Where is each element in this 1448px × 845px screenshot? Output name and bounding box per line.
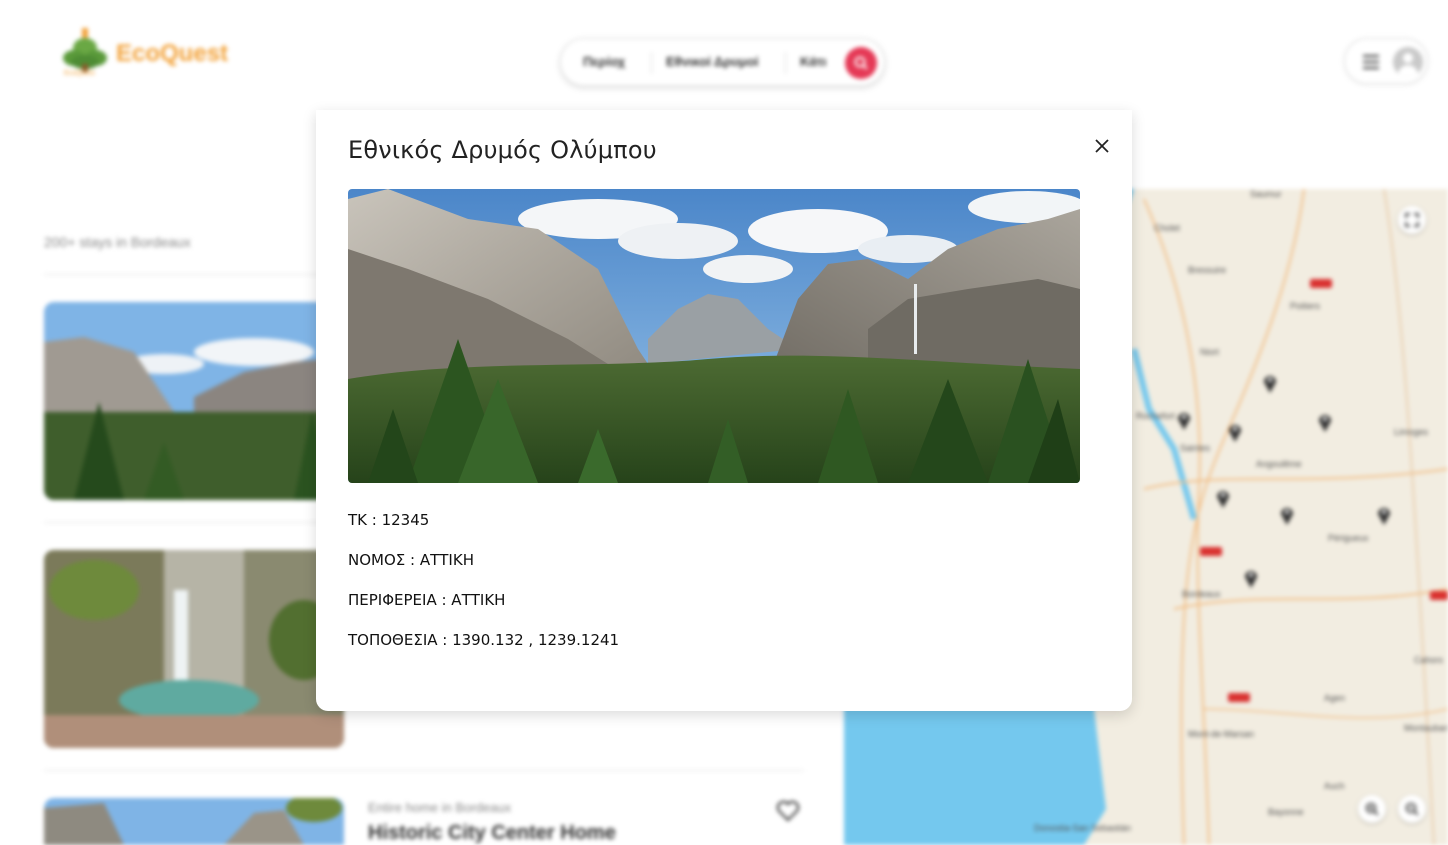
- hamburger-icon: [1363, 55, 1379, 69]
- map-label: Angoulême: [1256, 459, 1302, 469]
- nav-other[interactable]: Κάτι: [800, 54, 827, 69]
- map-pin-icon[interactable]: [1280, 505, 1294, 525]
- valley-mountains-photo: [44, 302, 344, 500]
- map-label: Mont-de-Marsan: [1188, 729, 1255, 739]
- map-pin-icon[interactable]: [1377, 505, 1391, 525]
- site-header: EcoQuest EcoQuest Περίοχ Εθνικοί Δρυμοί …: [0, 0, 1448, 110]
- map-label: Bressuire: [1188, 265, 1227, 275]
- listing-image[interactable]: [44, 302, 344, 500]
- map-label: Bordeaux: [1182, 589, 1221, 599]
- user-avatar-icon: [1393, 47, 1423, 77]
- map-label: Auch: [1324, 781, 1345, 791]
- zoom-out-icon: [1405, 802, 1419, 816]
- listing-meta: Entire home in Bordeaux: [368, 800, 512, 815]
- park-photo: [348, 189, 1080, 483]
- map-pin-icon[interactable]: [1228, 422, 1242, 442]
- zoom-in-icon: [1365, 802, 1379, 816]
- detail-postal-code: ΤΚ : 12345: [348, 511, 430, 529]
- heart-icon[interactable]: [776, 800, 800, 822]
- map-pin-icon[interactable]: [1244, 568, 1258, 588]
- map-label: Saumur: [1250, 189, 1282, 199]
- map-label: Agen: [1324, 693, 1346, 703]
- map-pin-icon[interactable]: [1177, 410, 1191, 430]
- map-pin-icon[interactable]: [1318, 412, 1332, 432]
- map-label: Niort: [1200, 347, 1220, 357]
- detail-location: ΤΟΠΟΘΕΣΙΑ : 1390.132 , 1239.1241: [348, 631, 620, 649]
- nav-area[interactable]: Περίοχ: [583, 54, 625, 69]
- logo-subtext: EcoQuest: [64, 70, 95, 77]
- map-label: Cholet: [1154, 223, 1181, 233]
- zoom-out-button[interactable]: [1398, 795, 1426, 823]
- search-icon: [854, 56, 868, 70]
- map-label: Bayonne: [1268, 807, 1304, 817]
- map-pin-icon[interactable]: [1216, 488, 1230, 508]
- map-label: Cahors: [1414, 655, 1444, 665]
- nav-national-parks[interactable]: Εθνικοί Δρυμοί: [666, 54, 759, 69]
- close-icon[interactable]: [1090, 134, 1114, 158]
- search-bar[interactable]: Περίοχ Εθνικοί Δρυμοί Κάτι: [560, 38, 885, 86]
- search-button[interactable]: [845, 47, 877, 79]
- map-label: Limoges: [1394, 427, 1429, 437]
- search-divider: [785, 52, 786, 74]
- logo-text: EcoQuest: [116, 40, 229, 67]
- rocky-cliff-photo: [44, 798, 344, 845]
- listing-title[interactable]: Historic City Center Home: [368, 822, 616, 845]
- logo[interactable]: EcoQuest EcoQuest: [60, 24, 240, 84]
- listing-image[interactable]: [44, 798, 344, 845]
- zoom-in-button[interactable]: [1358, 795, 1386, 823]
- map-label: Montauban: [1404, 723, 1448, 733]
- map-label: Périgueux: [1328, 533, 1369, 543]
- map-pin-icon[interactable]: [1263, 373, 1277, 393]
- map-label: Rochefort: [1136, 411, 1176, 421]
- divider: [44, 770, 804, 771]
- fullscreen-button[interactable]: [1398, 206, 1426, 234]
- yosemite-valley-panorama: [348, 189, 1080, 483]
- fullscreen-icon: [1405, 213, 1419, 227]
- listing-image[interactable]: [44, 550, 344, 748]
- waterfall-pool-photo: [44, 550, 344, 748]
- search-divider: [651, 52, 652, 74]
- detail-region: ΠΕΡΙΦΕΡΕΙΑ : ΑΤΤΙΚΗ: [348, 591, 506, 609]
- map-label: Saintes: [1180, 443, 1211, 453]
- modal-title: Εθνικός Δρυμός Ολύμπου: [348, 136, 657, 164]
- detail-prefecture: ΝΟΜΟΣ : ΑΤΤΙΚΗ: [348, 551, 474, 569]
- map-label: Donostia-San Sebastián: [1034, 823, 1132, 833]
- stays-count-label: 200+ stays in Bordeaux: [44, 234, 191, 250]
- map-label: Poitiers: [1290, 301, 1321, 311]
- park-details-modal: Εθνικός Δρυμός Ολύμπου ΤΚ: 12345 ΝΟΜΟΣ …: [316, 110, 1132, 711]
- user-menu-button[interactable]: [1344, 38, 1428, 84]
